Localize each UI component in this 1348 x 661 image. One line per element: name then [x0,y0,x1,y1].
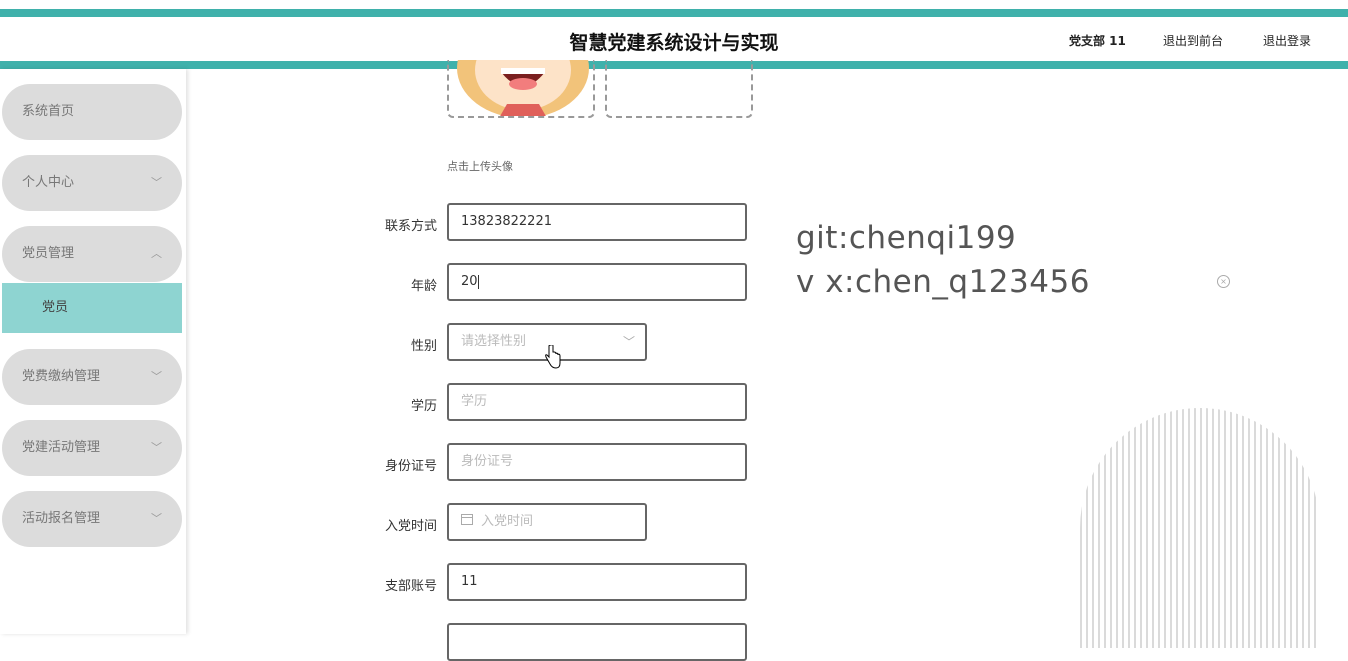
sidebar-item-label: 党费缴纳管理 [22,369,101,384]
current-user: 党支部 11 [1069,34,1126,48]
calendar-icon [461,514,473,525]
branch-account-input[interactable]: 11 [447,563,747,601]
watermark-line-2: v x:chen_q123456 [796,264,1090,300]
age-label: 年龄 [410,279,437,294]
id-card-label: 身份证号 [384,459,437,474]
chevron-down-icon: ﹀ [151,176,162,189]
sidebar-item-label: 党建活动管理 [22,440,101,455]
chevron-down-icon: ﹀ [151,441,162,454]
back-to-front-link[interactable]: 退出到前台 [1163,32,1223,49]
chevron-up-icon: ︿ [151,247,162,260]
next-field-input[interactable] [447,623,747,661]
app-title: 智慧党建系统设计与实现 [569,32,779,54]
sidebar-subitem-member[interactable]: 党员 [2,283,182,333]
education-placeholder: 学历 [461,394,488,409]
branch-account-value: 11 [461,574,478,589]
chevron-down-icon: ﹀ [151,512,162,525]
upload-avatar-hint[interactable]: 点击上传头像 [447,158,513,174]
close-circle-icon[interactable]: × [1217,275,1230,288]
sidebar-item-personal-center[interactable]: 个人中心 ﹀ [2,155,182,211]
sidebar-item-home[interactable]: 系统首页 [2,84,182,140]
id-card-input[interactable]: 身份证号 [447,443,747,481]
phone-value: 13823822221 [461,214,552,229]
join-date-label: 入党时间 [384,519,437,534]
sidebar-item-activity-management[interactable]: 党建活动管理 ﹀ [2,420,182,476]
sidebar-item-label: 个人中心 [22,175,75,190]
id-card-placeholder: 身份证号 [461,454,514,469]
sidebar-item-member-management[interactable]: 党员管理 ︿ [2,226,182,282]
sidebar-item-signup-management[interactable]: 活动报名管理 ﹀ [2,491,182,547]
sidebar-item-label: 党员管理 [22,246,75,261]
sidebar-subitem-label: 党员 [42,300,69,315]
header-top-stripe [0,9,1348,17]
age-value: 20 [461,274,478,289]
phone-input[interactable]: 13823822221 [447,203,747,241]
watermark-line-1: git:chenqi199 [796,220,1017,256]
decorative-stripes [1080,408,1320,648]
sidebar-item-label: 活动报名管理 [22,511,101,526]
avatar-preview[interactable] [447,60,595,118]
join-date-placeholder: 入党时间 [481,514,534,529]
phone-label: 联系方式 [384,219,437,234]
hand-cursor-icon [545,345,561,369]
avatar-upload-slot[interactable] [605,60,753,118]
education-input[interactable]: 学历 [447,383,747,421]
education-label: 学历 [410,399,437,414]
gender-label: 性别 [410,339,437,354]
sidebar-item-dues-management[interactable]: 党费缴纳管理 ﹀ [2,349,182,405]
join-date-picker[interactable]: 入党时间 [447,503,647,541]
text-caret [477,274,479,289]
avatar-cartoon-icon [457,60,589,116]
branch-account-label: 支部账号 [384,579,437,594]
chevron-down-icon: ﹀ [151,370,162,383]
sidebar-item-label: 系统首页 [22,104,75,119]
age-input[interactable]: 20 [447,263,747,301]
chevron-down-icon: ﹀ [622,335,635,349]
gender-placeholder: 请选择性别 [461,334,527,349]
logout-link[interactable]: 退出登录 [1263,32,1311,49]
